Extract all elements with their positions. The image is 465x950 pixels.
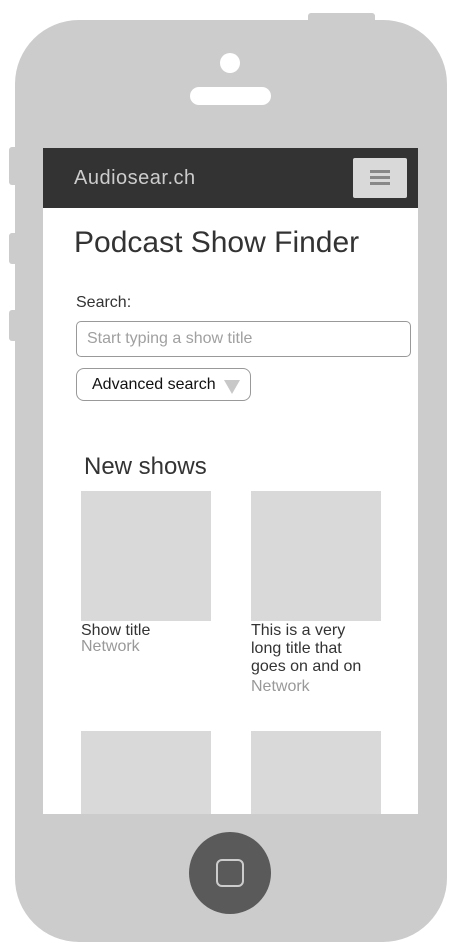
menu-button[interactable] bbox=[353, 158, 407, 198]
advanced-search-dropdown[interactable]: Advanced search bbox=[76, 368, 251, 401]
home-square-icon bbox=[216, 859, 244, 887]
new-shows-heading: New shows bbox=[84, 453, 207, 480]
search-input[interactable] bbox=[76, 321, 411, 357]
show-network: Network bbox=[251, 678, 310, 695]
show-thumbnail[interactable] bbox=[81, 731, 211, 814]
search-label: Search: bbox=[76, 294, 132, 311]
show-network: Network bbox=[81, 638, 140, 655]
show-title[interactable]: This is a very long title that goes on a… bbox=[251, 622, 376, 676]
front-camera bbox=[220, 53, 240, 73]
app-screen: Audiosear.ch Podcast Show Finder Search:… bbox=[43, 148, 418, 814]
home-button[interactable] bbox=[189, 832, 271, 914]
earpiece-speaker bbox=[190, 87, 271, 105]
triangle-down-icon bbox=[224, 380, 240, 394]
show-thumbnail[interactable] bbox=[251, 731, 381, 814]
brand-logo-text[interactable]: Audiosear.ch bbox=[74, 167, 196, 190]
page-title: Podcast Show Finder bbox=[74, 226, 360, 259]
show-thumbnail[interactable] bbox=[251, 491, 381, 621]
navbar: Audiosear.ch bbox=[43, 148, 418, 208]
advanced-search-label: Advanced search bbox=[92, 376, 216, 393]
show-thumbnail[interactable] bbox=[81, 491, 211, 621]
